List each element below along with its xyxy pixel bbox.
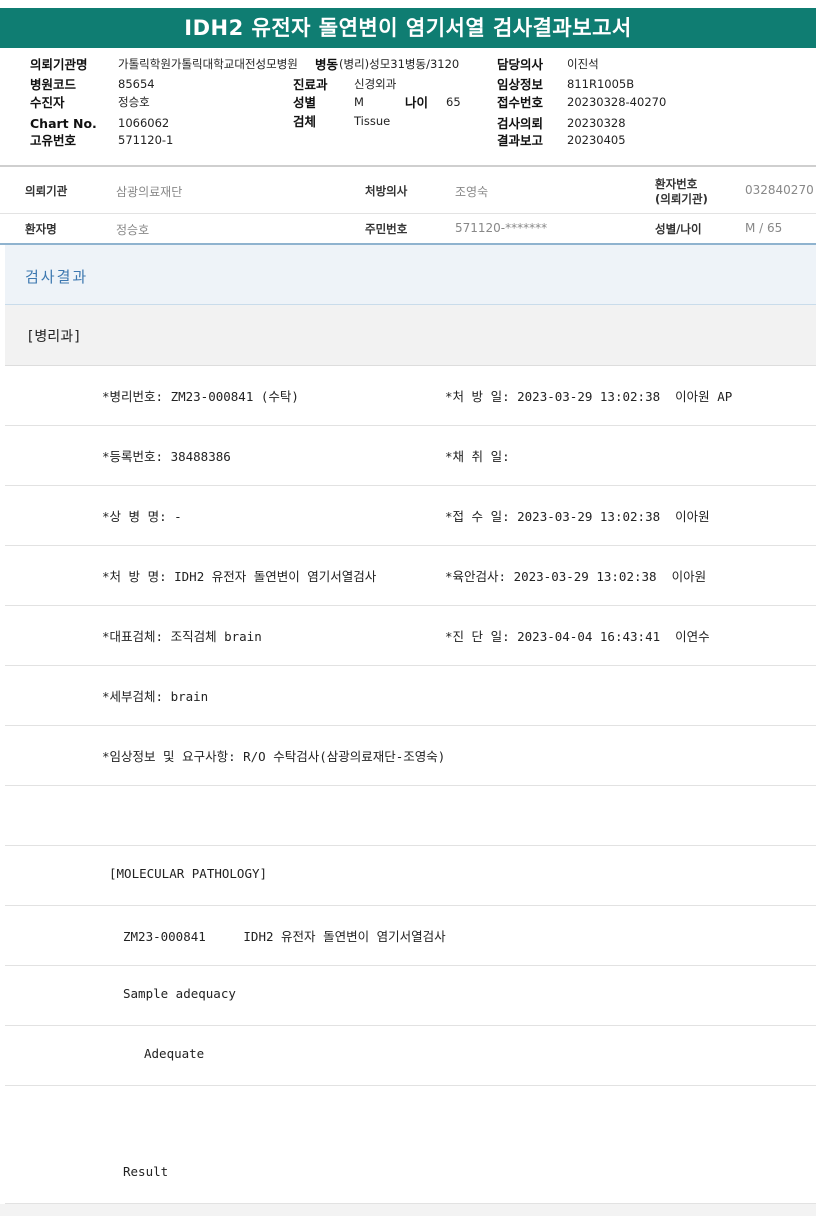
result-row: *임상정보 및 요구사항: R/O 수탁검사(삼광의료재단-조영숙) <box>5 726 816 786</box>
age-label: 나이 <box>405 95 429 110</box>
result-row-left: *임상정보 및 요구사항: R/O 수탁검사(삼광의료재단-조영숙) <box>102 749 446 764</box>
collector-label: 수진자 <box>30 95 65 110</box>
report-title: IDH2 유전자 돌연변이 염기서열 검사결과보고서 <box>0 8 816 48</box>
report-date-label: 결과보고 <box>497 133 544 148</box>
result-row-right: *진 단 일: 2023-04-04 16:43:41 이연수 <box>445 629 710 644</box>
result-row-left: Sample adequacy <box>123 986 236 1001</box>
sex-label: 성별 <box>293 95 317 110</box>
result-row-left: *세부검체: brain <box>102 689 209 704</box>
patient-no-sublabel: (의뢰기관) <box>655 192 708 206</box>
result-row-left: ZM23-000841 IDH2 유전자 돌연변이 염기서열검사 <box>123 929 446 944</box>
result-row: *대표검체: 조직검체 brain *진 단 일: 2023-04-04 16:… <box>5 606 816 666</box>
department-value: 신경외과 <box>354 77 397 91</box>
request-date-label: 검사의뢰 <box>497 116 544 131</box>
requesting-org-value: 가톨릭학원가톨릭대학교대전성모병원 <box>118 57 298 71</box>
result-row-right: *채 취 일: <box>445 449 510 464</box>
result-row-right: *접 수 일: 2023-03-29 13:02:38 이아원 <box>445 509 710 524</box>
result-row: ZM23-000841 IDH2 유전자 돌연변이 염기서열검사 <box>5 906 816 966</box>
department-row: [병리과] <box>5 305 816 366</box>
unique-no-value: 571120-1 <box>118 133 174 147</box>
result-row <box>5 1086 816 1146</box>
result-row: *등록번호: 38488386 *채 취 일: <box>5 426 816 486</box>
result-row-left: *등록번호: 38488386 <box>102 449 231 464</box>
request-date-value: 20230328 <box>567 116 626 130</box>
receipt-no-value: 20230328-40270 <box>567 95 667 109</box>
rrn-label: 주민번호 <box>365 222 408 236</box>
requesting-org-label: 의뢰기관명 <box>30 57 88 72</box>
receipt-no-label: 접수번호 <box>497 95 544 110</box>
report-date-value: 20230405 <box>567 133 626 147</box>
department-label: 진료과 <box>293 77 328 92</box>
result-row-left: *처 방 명: IDH2 유전자 돌연변이 염기서열검사 <box>102 569 377 584</box>
results-section-header: 검사결과 <box>5 245 816 305</box>
result-row: *세부검체: brain <box>5 666 816 726</box>
patient-table: 의뢰기관 삼광의료재단 처방의사 조영숙 환자번호 (의뢰기관) 0328402… <box>0 167 816 245</box>
result-row: *병리번호: ZM23-000841 (수탁) *처 방 일: 2023-03-… <box>5 366 816 426</box>
specimen-value: Tissue <box>354 114 391 128</box>
org-label: 의뢰기관 <box>25 184 68 198</box>
chart-no-label: Chart No. <box>30 116 97 131</box>
doctor-label: 담당의사 <box>497 57 544 72</box>
hospital-code-value: 85654 <box>118 77 155 91</box>
result-row <box>5 786 816 846</box>
hospital-code-label: 병원코드 <box>30 77 77 92</box>
org-value: 삼광의료재단 <box>116 185 183 199</box>
ward-value: (병리)성모31병동/3120 <box>339 57 460 71</box>
patient-no-value: 032840270 <box>745 183 814 197</box>
sexage-label: 성별/나이 <box>655 222 702 236</box>
result-row: Adequate <box>5 1026 816 1086</box>
collector-value: 정승호 <box>118 95 150 109</box>
sex-value: M <box>354 95 364 109</box>
result-row: Result <box>5 1144 816 1204</box>
department-name: [병리과] <box>26 329 82 345</box>
name-value: 정승호 <box>116 223 150 237</box>
name-label: 환자명 <box>25 222 57 236</box>
result-row-right: *육안검사: 2023-03-29 13:02:38 이아원 <box>445 569 707 584</box>
clinical-info-label: 임상정보 <box>497 77 544 92</box>
order-info-block: 의뢰기관명 가톨릭학원가톨릭대학교대전성모병원 병동 (병리)성모31병동/31… <box>0 48 816 166</box>
result-row-left: [MOLECULAR PATHOLOGY] <box>109 866 268 881</box>
chart-no-value: 1066062 <box>118 116 170 130</box>
footer-strip <box>0 1204 816 1216</box>
result-row: *상 병 명: - *접 수 일: 2023-03-29 13:02:38 이아… <box>5 486 816 546</box>
result-row-left: Adequate <box>144 1046 205 1061</box>
prescriber-label: 처방의사 <box>365 184 408 198</box>
result-row-left: Result <box>123 1164 169 1179</box>
rrn-value: 571120-******* <box>455 221 548 235</box>
result-row-left: *병리번호: ZM23-000841 (수탁) <box>102 389 299 404</box>
patient-no-label: 환자번호 <box>655 177 698 191</box>
unique-no-label: 고유번호 <box>30 133 77 148</box>
result-row-left: *대표검체: 조직검체 brain <box>102 629 262 644</box>
prescriber-value: 조영숙 <box>455 185 489 199</box>
result-row-left: *상 병 명: - <box>102 509 182 524</box>
ward-label: 병동 <box>315 57 339 72</box>
patient-row-divider <box>0 213 816 214</box>
specimen-label: 검체 <box>293 114 317 129</box>
sexage-value: M / 65 <box>745 221 783 235</box>
doctor-value: 이진석 <box>567 57 599 71</box>
result-row-right: *처 방 일: 2023-03-29 13:02:38 이아원 AP <box>445 389 733 404</box>
clinical-info-value: 811R1005B <box>567 77 635 91</box>
result-row: *처 방 명: IDH2 유전자 돌연변이 염기서열검사 *육안검사: 2023… <box>5 546 816 606</box>
result-row: Sample adequacy <box>5 966 816 1026</box>
age-value: 65 <box>446 95 461 109</box>
result-row: [MOLECULAR PATHOLOGY] <box>5 846 816 906</box>
results-section-title: 검사결과 <box>25 268 89 286</box>
